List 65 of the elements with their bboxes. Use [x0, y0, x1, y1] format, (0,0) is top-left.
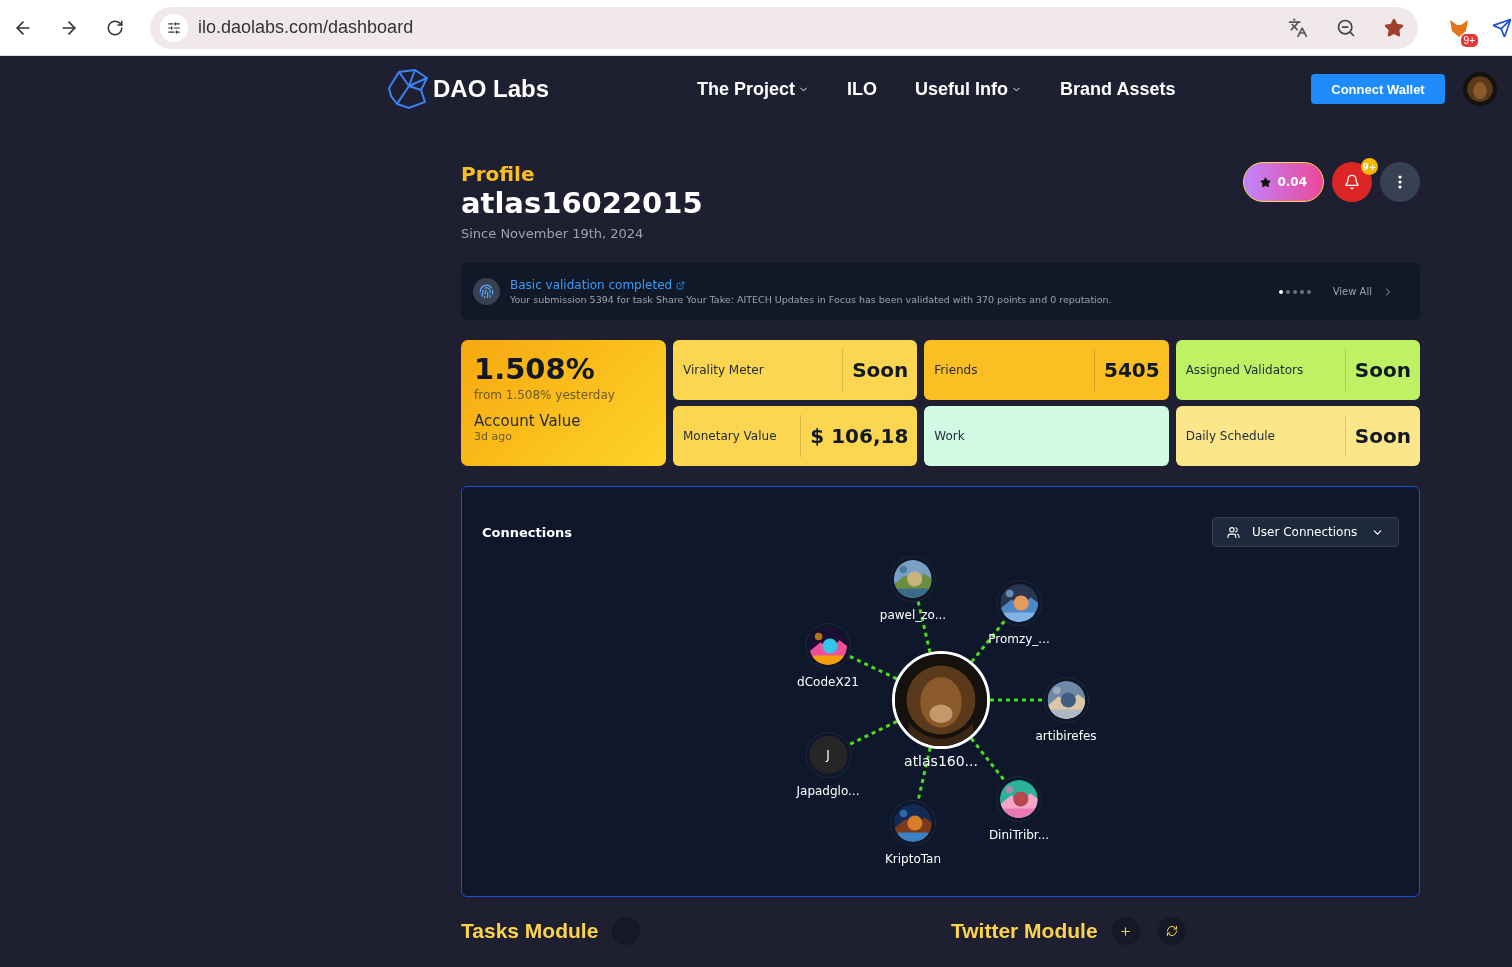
stat-label: Virality Meter	[683, 363, 765, 377]
notification-title-link[interactable]: Basic validation completed	[510, 278, 1269, 292]
extension-badge: 9+	[1460, 33, 1478, 47]
translate-icon[interactable]	[1288, 17, 1308, 38]
module-title: Tasks Module	[461, 919, 599, 943]
nav-link[interactable]: ILO	[847, 78, 878, 100]
stat-value: Soon	[851, 358, 909, 382]
connection-name[interactable]: DiniTribr...	[988, 828, 1050, 842]
account-change: from 1.508% yesterday	[474, 388, 616, 402]
connector-line	[990, 698, 1043, 702]
pagination-dot[interactable]	[1285, 289, 1290, 294]
fingerprint-icon	[473, 278, 500, 305]
stat-value: Soon	[1353, 424, 1411, 448]
stat-value: 5405	[1103, 358, 1160, 382]
account-time: 3d ago	[474, 430, 513, 443]
connection-name[interactable]: Japadglo...	[796, 784, 860, 798]
connection-name[interactable]: KriptoTan	[884, 852, 942, 866]
module-title: Twitter Module	[951, 919, 1098, 943]
account-value: 1.508%	[474, 352, 596, 386]
refresh-button[interactable]	[1157, 917, 1186, 945]
bookmark-star-icon[interactable]	[1384, 17, 1404, 38]
connection-name[interactable]: dCodeX21	[797, 675, 859, 689]
address-bar[interactable]: ilo.daolabs.com/dashboard	[150, 6, 1418, 49]
add-button[interactable]	[1111, 917, 1140, 945]
pagination-dot[interactable]	[1278, 289, 1283, 294]
stat-label: Assigned Validators	[1185, 363, 1305, 377]
pagination-dot[interactable]	[1299, 289, 1304, 294]
stat-label: Work	[934, 429, 966, 443]
refresh-icon	[1165, 925, 1178, 937]
username: atlas16022015	[461, 186, 703, 220]
connector-line	[848, 720, 898, 747]
pagination-dot[interactable]	[1306, 289, 1311, 294]
users-icon	[1227, 525, 1240, 539]
notification-message: Your submission 5394 for task Share Your Take: AITECH Updates in Focus has been validated with 370 points and 0 reputation.	[510, 294, 1113, 305]
connection-name[interactable]: artibirefes	[1035, 729, 1097, 743]
stat-value: Soon	[1353, 358, 1411, 382]
connection-name[interactable]: atlas160...	[904, 753, 978, 769]
connection-name[interactable]: Promzy_...	[988, 632, 1050, 646]
view-all-link[interactable]: View All	[1332, 285, 1394, 298]
brand-name: DAO Labs	[433, 75, 549, 103]
star-icon	[1260, 176, 1272, 188]
account-label: Account Value	[474, 412, 582, 430]
stat-label: Daily Schedule	[1185, 429, 1276, 443]
connection-name[interactable]: pawel_zo...	[879, 608, 947, 622]
connections-dropdown[interactable]: User Connections	[1212, 517, 1399, 547]
site-settings-icon[interactable]	[160, 13, 188, 42]
panel-title: Connections	[482, 524, 573, 540]
stat-value: $ 106,18	[809, 424, 909, 448]
nav-link[interactable]: Useful Info	[915, 78, 1023, 100]
section-title: Profile	[461, 162, 536, 186]
zoom-icon[interactable]	[1336, 17, 1356, 38]
plus-icon	[1119, 924, 1133, 938]
nav-link[interactable]: Brand Assets	[1060, 78, 1176, 100]
stat-label: Friends	[934, 363, 979, 377]
pagination-dot[interactable]	[1292, 289, 1297, 294]
notification-badge: 9+	[1361, 158, 1378, 175]
more-menu-button[interactable]	[1380, 162, 1420, 202]
logo-icon	[385, 66, 431, 112]
stat-label: Monetary Value	[683, 429, 778, 443]
nav-link[interactable]: The Project	[697, 78, 810, 100]
bell-icon	[1344, 174, 1360, 190]
member-since: Since November 19th, 2024	[461, 226, 645, 241]
more-icon	[1398, 175, 1402, 189]
reload-icon	[106, 18, 124, 37]
external-link-icon	[676, 280, 686, 290]
